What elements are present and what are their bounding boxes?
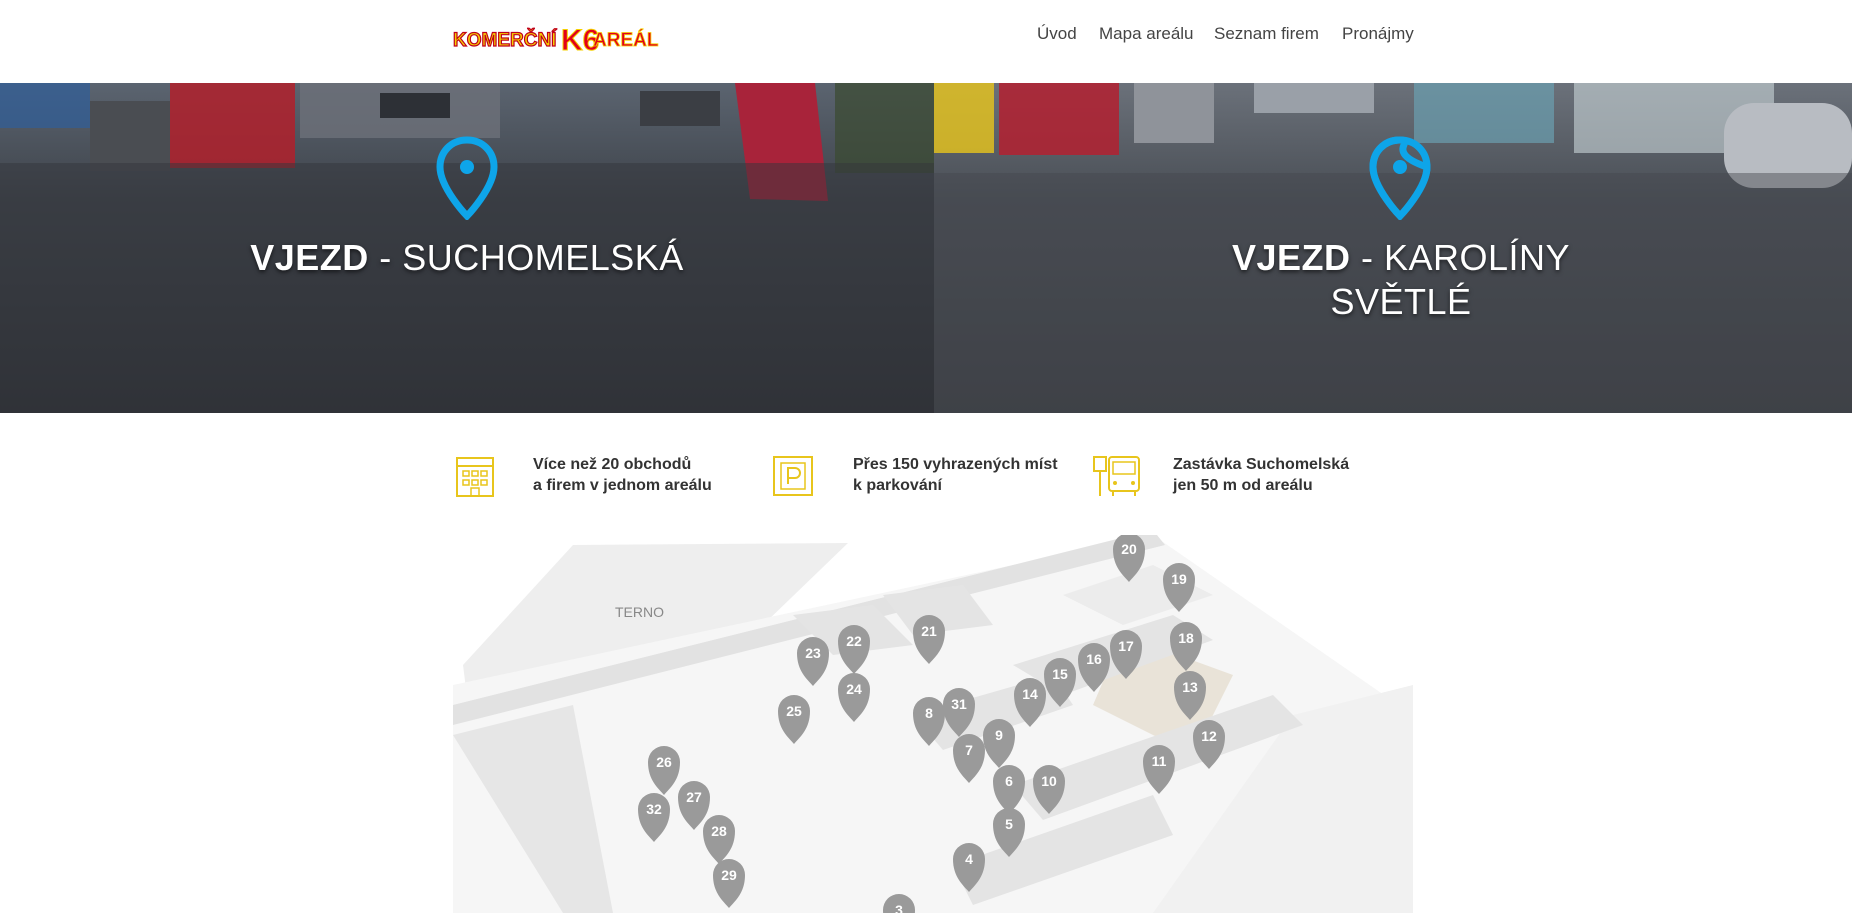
map-pin-label: 5	[1005, 816, 1013, 832]
feature-bus-stop: Zastávka Suchomelská jen 50 m od areálu	[1173, 454, 1349, 496]
slide-title-dash: -	[368, 237, 403, 278]
map-pin-label: 17	[1118, 638, 1134, 654]
map-pin-label: 28	[711, 823, 727, 839]
map-pin-label: 18	[1178, 630, 1194, 646]
slide-title-line2: SVĚTLÉ	[1330, 281, 1472, 322]
slide-suchomelska[interactable]: VJEZD - SUCHOMELSKÁ	[0, 83, 934, 413]
map-pin-label: 14	[1022, 686, 1038, 702]
slide-title-rest: SUCHOMELSKÁ	[402, 237, 684, 278]
feature-shops: Více než 20 obchodů a firem v jednom are…	[533, 454, 712, 496]
map-pin-label: 31	[951, 696, 967, 712]
slide-title-bold: VJEZD	[1231, 237, 1351, 278]
slide-title-rest: KAROLÍNY	[1383, 237, 1571, 278]
map-pin-label: 27	[686, 789, 702, 805]
map-pin-label: 32	[646, 801, 662, 817]
site-header: KOMERČNÍ K6 AREÁL Úvod Mapa areálu Sezna…	[0, 0, 1852, 83]
feature-line: jen 50 m od areálu	[1173, 477, 1313, 494]
logo-text-left: KOMERČNÍ	[453, 29, 557, 51]
map-pin-label: 8	[925, 705, 933, 721]
location-pin-icon	[1369, 136, 1431, 220]
area-map-svg: TERNO 20 19 21 22 23 18 17 16 15 24 14 13 31 8 25 9 12 7 2…	[453, 535, 1413, 913]
nav-item-uvod[interactable]: Úvod	[1037, 24, 1077, 44]
feature-line: a firem v jednom areálu	[533, 477, 712, 494]
slide-title-bold: VJEZD	[250, 237, 369, 278]
map-pin-label: 16	[1086, 651, 1102, 667]
map-pin-label: 20	[1121, 541, 1137, 557]
map-pin-label: 29	[721, 867, 737, 883]
nav-item-seznam-firem[interactable]: Seznam firem	[1214, 24, 1319, 44]
map-area-label: TERNO	[615, 604, 664, 620]
map-pin-label: 13	[1182, 679, 1198, 695]
map-pin-label: 4	[965, 851, 973, 867]
map-pin-label: 19	[1171, 571, 1187, 587]
nav-item-pronajmy[interactable]: Pronájmy	[1342, 24, 1414, 44]
feature-line: Více než 20 obchodů	[533, 456, 692, 473]
hero-slider: VJEZD - SUCHOMELSKÁ VJEZD - KAROLÍNY SVĚ…	[0, 83, 1852, 413]
slide-title: VJEZD - SUCHOMELSKÁ	[0, 236, 934, 280]
brand-logo[interactable]: KOMERČNÍ K6 AREÁL	[453, 16, 665, 57]
map-pin-label: 12	[1201, 728, 1217, 744]
map-pin-label: 24	[846, 681, 862, 697]
map-pin-label: 22	[846, 633, 862, 649]
map-pin-label: 11	[1152, 753, 1167, 769]
logo-text-right: AREÁL	[593, 29, 659, 51]
slide-title-dash: -	[1350, 237, 1384, 278]
feature-line: k parkování	[853, 477, 942, 494]
map-pin-label: 23	[805, 645, 821, 661]
feature-parking: Přes 150 vyhrazených míst k parkování	[853, 454, 1058, 496]
map-pin-label: 21	[921, 623, 937, 639]
map-pin-label: 7	[965, 742, 973, 758]
map-pin-label: 25	[786, 703, 802, 719]
map-pin-label: 15	[1052, 666, 1068, 682]
map-pin-label: 3	[895, 902, 903, 913]
bus-stop-icon	[1093, 456, 1140, 496]
location-pin-icon	[436, 136, 498, 220]
building-icon	[456, 457, 494, 497]
map-pin-label: 10	[1041, 773, 1057, 789]
map-pin-label: 9	[995, 727, 1003, 743]
parking-icon	[773, 456, 813, 496]
feature-line: Zastávka Suchomelská	[1173, 456, 1350, 473]
slide-title: VJEZD - KAROLÍNY SVĚTLÉ	[934, 236, 1852, 324]
map-pin-label: 26	[656, 754, 672, 770]
nav-item-mapa-arealu[interactable]: Mapa areálu	[1099, 24, 1194, 44]
feature-line: Přes 150 vyhrazených míst	[853, 456, 1058, 473]
slide-karoliny-svetle[interactable]: VJEZD - KAROLÍNY SVĚTLÉ	[934, 83, 1852, 413]
area-map[interactable]: TERNO 20 19 21 22 23 18 17 16 15 24 14 13 31 8 25 9 12 7 2…	[453, 535, 1413, 913]
map-pin-label: 6	[1005, 773, 1013, 789]
features-row: Více než 20 obchodů a firem v jednom are…	[0, 450, 1852, 510]
